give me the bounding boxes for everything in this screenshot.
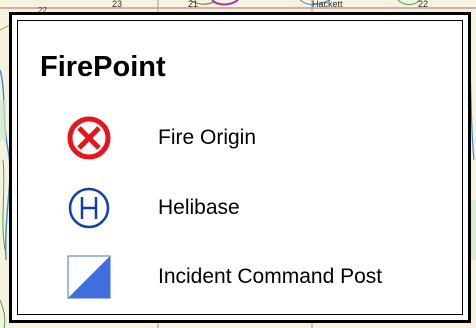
- map-grid-label: 23: [112, 0, 123, 9]
- legend-item-label: Helibase: [158, 196, 240, 219]
- helibase-icon: [65, 184, 113, 232]
- legend-item-incident-command-post: Incident Command Post: [12, 253, 468, 303]
- legend-item-label: Fire Origin: [158, 126, 257, 149]
- legend-title: FirePoint: [40, 51, 166, 83]
- map-grid-label: 22: [418, 0, 429, 9]
- fire-origin-icon: [65, 114, 113, 162]
- map-place-label: Hackett: [312, 0, 343, 9]
- map-legend: FirePoint Fire Origin Helibase Incident …: [9, 12, 471, 323]
- legend-item-helibase: Helibase: [12, 184, 468, 234]
- legend-item-label: Incident Command Post: [158, 265, 383, 288]
- incident-command-post-icon: [65, 253, 113, 301]
- legend-item-fire-origin: Fire Origin: [12, 114, 468, 164]
- map-grid-label: 21: [188, 0, 199, 9]
